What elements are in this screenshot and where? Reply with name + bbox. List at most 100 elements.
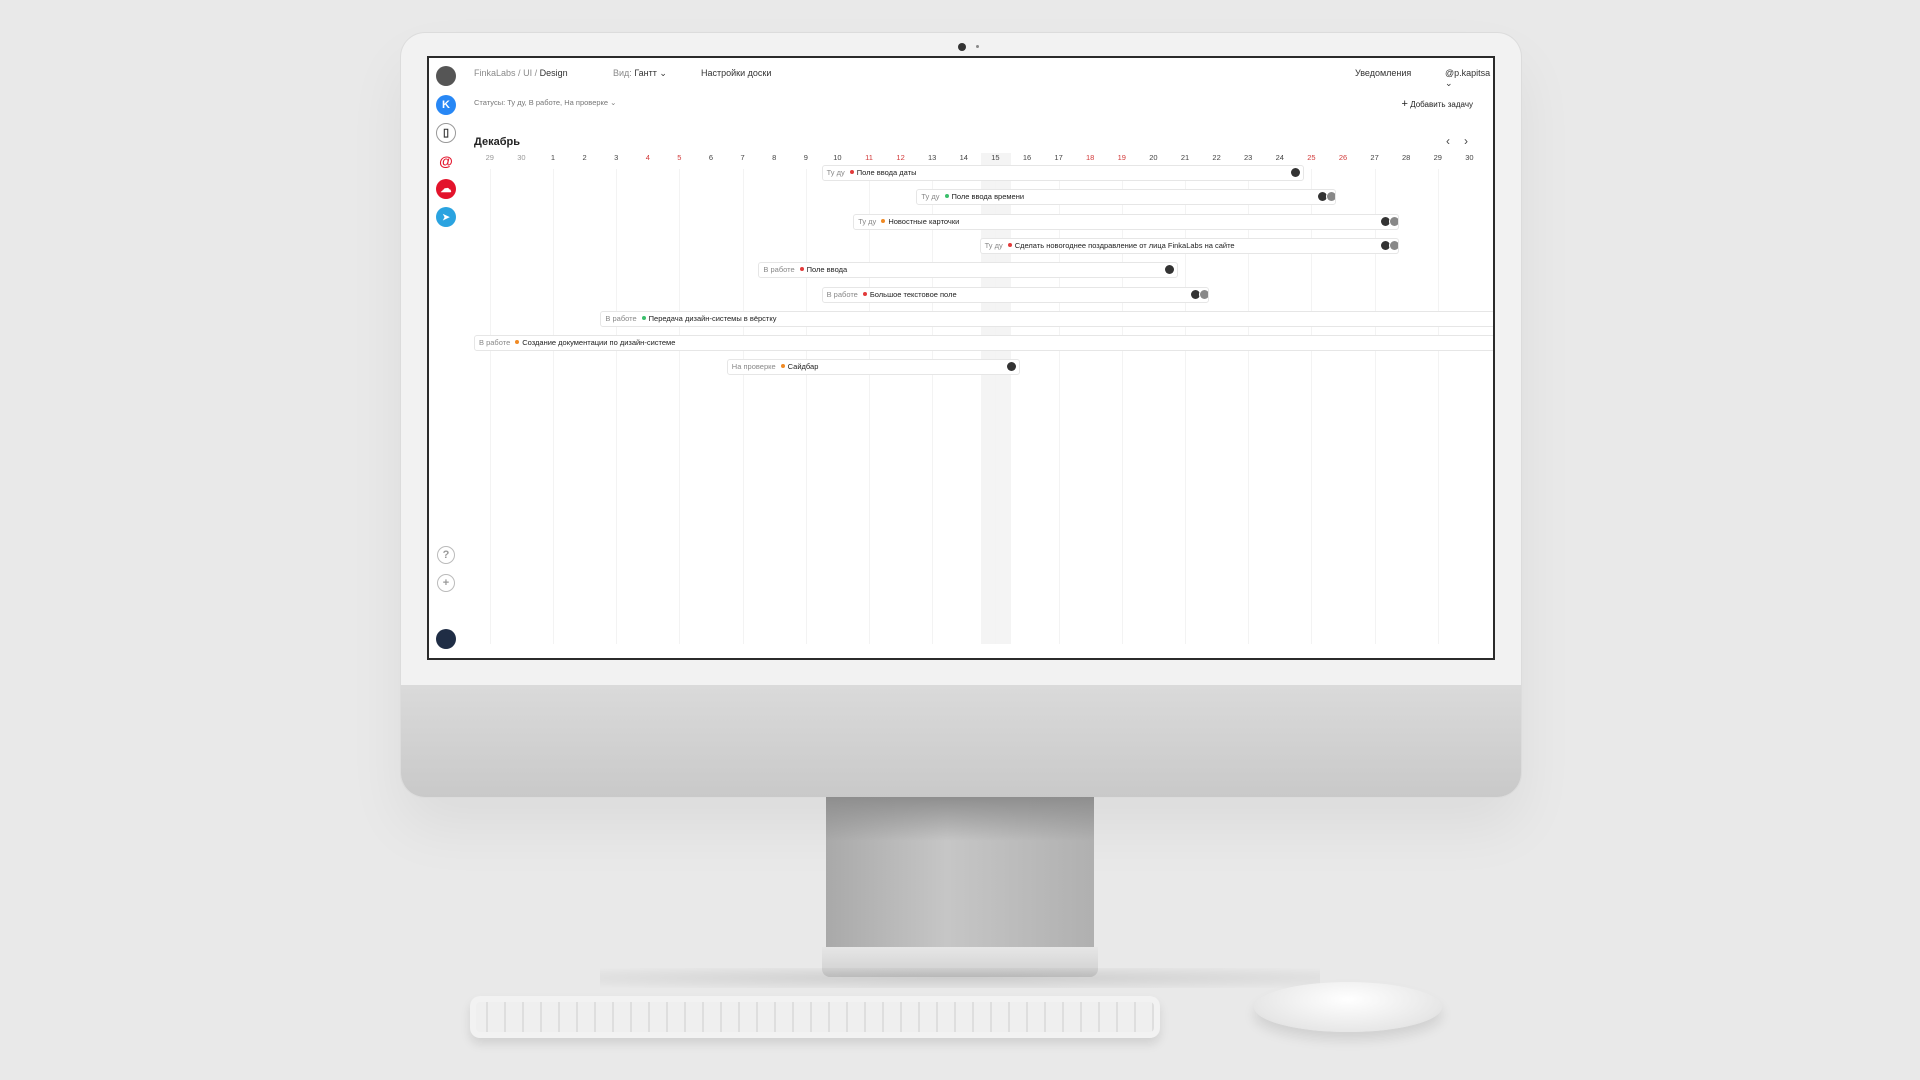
task-bar[interactable]: В работе Поле ввода (758, 262, 1178, 279)
assignee-avatar[interactable] (1389, 216, 1398, 226)
plus-icon[interactable]: + (437, 574, 455, 592)
day-label: 6 (708, 153, 714, 162)
keyboard (470, 996, 1160, 1038)
day-label: 9 (803, 153, 808, 162)
user-avatar[interactable] (436, 66, 456, 86)
day-label: 14 (959, 153, 968, 162)
view-selector[interactable]: Вид: Гантт ⌄ (613, 68, 667, 79)
board-settings-link[interactable]: Настройки доски (701, 68, 771, 78)
day-label: 10 (833, 153, 842, 162)
task-bar[interactable]: Ту ду Сделать новогоднее поздравление от … (979, 237, 1399, 254)
assignee-avatar[interactable] (1290, 168, 1300, 177)
day-label: 7 (740, 153, 745, 162)
notifications-link[interactable]: Уведомления (1355, 68, 1411, 78)
task-title: Большое текстовое поле (869, 289, 957, 299)
priority-dot-icon (944, 194, 949, 199)
task-status: В работе (826, 289, 858, 299)
assignee-avatar[interactable] (1380, 240, 1390, 250)
desk-shadow (600, 968, 1320, 988)
task-status: Ту ду (921, 192, 940, 202)
task-title: Сделать новогоднее поздравление от лица … (1014, 240, 1235, 250)
priority-dot-icon (862, 291, 867, 296)
mouse (1254, 982, 1442, 1032)
day-label: 4 (645, 153, 650, 162)
add-task-button[interactable]: + Добавить задачу (1402, 98, 1473, 110)
top-bar: FinkaLabs / UI / Design Вид: Гантт ⌄ Нас… (474, 64, 1493, 88)
task-bar[interactable]: В работе Передача дизайн-системы в вёрстк… (600, 310, 1493, 327)
breadcrumb-board[interactable]: Design (540, 68, 568, 78)
task-bar[interactable]: В работе Большое текстовое поле (821, 286, 1210, 303)
day-label: 23 (1244, 153, 1253, 162)
next-arrow-icon[interactable]: › (1464, 134, 1468, 148)
help-icon[interactable]: ? (437, 546, 455, 564)
status-filter-label: Статусы: Ту ду, В работе, На проверке (474, 98, 609, 107)
user-menu[interactable]: @p.kapitsa ⌄ (1445, 68, 1493, 89)
grid-line (869, 169, 870, 644)
task-title: Поле ввода (806, 265, 848, 275)
task-title: Поле ввода даты (856, 168, 917, 177)
day-label: 18 (1086, 153, 1095, 162)
document-icon[interactable]: ▯ (436, 123, 456, 143)
task-status: Ту ду (826, 168, 845, 177)
day-label: 29 (485, 153, 494, 162)
vk-icon[interactable]: K (436, 95, 456, 115)
breadcrumb-org[interactable]: FinkaLabs (474, 68, 516, 78)
telegram-icon[interactable]: ➤ (436, 207, 456, 227)
day-label: 30 (517, 153, 526, 162)
task-bar[interactable]: Ту ду Поле ввода времени (916, 189, 1336, 206)
camera-indicator (976, 45, 979, 48)
priority-dot-icon (780, 364, 785, 369)
day-label: 20 (1149, 153, 1158, 162)
day-label: 12 (896, 153, 905, 162)
breadcrumb-separator: / (534, 68, 538, 78)
task-title: Сайдбар (787, 362, 819, 372)
day-label: 16 (1022, 153, 1032, 162)
task-bar[interactable]: Ту ду Поле ввода даты (821, 165, 1304, 181)
status-filter[interactable]: Статусы: Ту ду, В работе, На проверке ⌄ (474, 98, 616, 107)
cloud-icon[interactable]: ☁ (436, 179, 456, 199)
assignee-avatar[interactable] (1200, 289, 1209, 299)
day-label: 11 (865, 153, 873, 162)
day-label: 19 (1117, 153, 1126, 162)
task-bar[interactable]: В работе Создание документации по дизайн-… (474, 335, 1493, 352)
gantt-chart: 29 30 1 2 3 4 5 6 7 8 9 10 11 12 13 14 15 16 17 18 19 20 21 22 2… (464, 153, 1493, 658)
workspace-logo[interactable] (436, 629, 456, 649)
day-label: 24 (1275, 153, 1284, 162)
grid-line (679, 169, 681, 644)
chevron-down-icon: ⌄ (659, 68, 667, 78)
priority-dot-icon (641, 315, 646, 320)
assignee-avatar[interactable] (1006, 362, 1016, 372)
grid-line (553, 169, 554, 644)
task-status: Ту ду (858, 216, 877, 226)
assignee-avatar[interactable] (1389, 240, 1398, 250)
task-status: В работе (763, 265, 795, 275)
view-label: Вид: (613, 68, 632, 78)
breadcrumb-section[interactable]: UI (523, 68, 532, 78)
day-label: 26 (1338, 153, 1348, 162)
user-name: @p.kapitsa (1445, 68, 1491, 78)
assignee-avatar[interactable] (1317, 192, 1327, 202)
assignee-avatar[interactable] (1380, 216, 1390, 226)
prev-arrow-icon[interactable]: ‹ (1446, 134, 1450, 148)
day-label: 25 (1307, 153, 1316, 162)
day-label: 31 (1485, 153, 1493, 162)
mail-at-icon[interactable]: @ (436, 151, 456, 171)
assignee-avatar[interactable] (1326, 192, 1335, 202)
task-bar[interactable]: Ту ду Новостные карточки (853, 213, 1399, 230)
priority-dot-icon (1007, 242, 1012, 247)
day-label: 8 (772, 153, 777, 162)
task-title: Поле ввода времени (951, 192, 1025, 202)
grid-line (616, 169, 618, 644)
priority-dot-icon (849, 170, 854, 174)
chevron-down-icon: ⌄ (610, 98, 617, 107)
view-value: Гантт (634, 68, 657, 78)
add-task-label: Добавить задачу (1410, 100, 1473, 109)
assignee-avatar[interactable] (1164, 265, 1174, 275)
monitor-chin (401, 685, 1521, 797)
task-title: Новостные карточки (888, 216, 960, 226)
month-title: Декабрь (474, 136, 520, 148)
grid-line (805, 169, 807, 644)
task-bar[interactable]: На проверке Сайдбар (726, 359, 1020, 376)
day-label: 29 (1433, 153, 1442, 162)
assignee-avatar[interactable] (1191, 289, 1201, 299)
